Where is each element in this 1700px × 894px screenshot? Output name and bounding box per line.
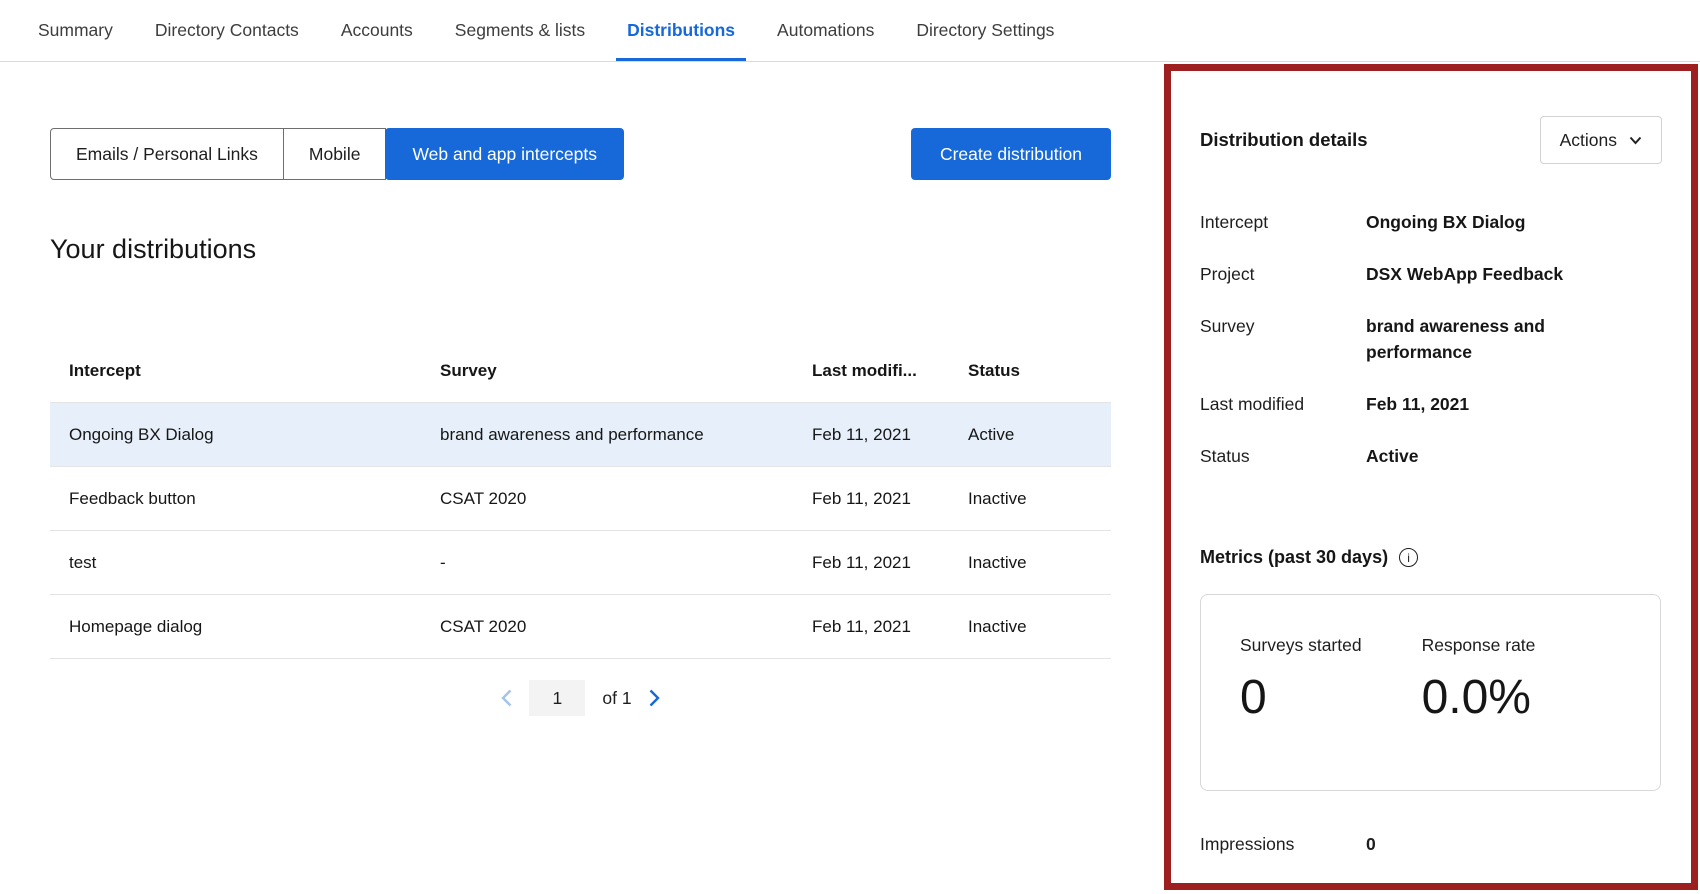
tab-segments-lists[interactable]: Segments & lists xyxy=(434,0,606,61)
page-count-label: of 1 xyxy=(602,688,631,709)
metric-surveys-started: Surveys started 0 xyxy=(1240,635,1362,790)
pagination: 1 of 1 xyxy=(50,680,1111,716)
metrics-card: Surveys started 0 Response rate 0.0% xyxy=(1200,594,1661,791)
field-impressions: Impressions 0 xyxy=(1200,834,1662,855)
field-value: Active xyxy=(1366,443,1596,469)
field-value: brand awareness and performance xyxy=(1366,313,1596,365)
metric-response-rate: Response rate 0.0% xyxy=(1422,635,1536,790)
channel-segmented-control: Emails / Personal Links Mobile Web and a… xyxy=(50,128,624,180)
cell-survey: CSAT 2020 xyxy=(421,617,793,637)
details-field-list: Intercept Ongoing BX Dialog Project DSX … xyxy=(1200,209,1662,469)
field-value: Ongoing BX Dialog xyxy=(1366,209,1596,235)
column-header-status: Status xyxy=(949,361,1111,381)
metrics-section-header: Metrics (past 30 days) i xyxy=(1200,547,1662,568)
actions-button-label: Actions xyxy=(1560,130,1617,151)
field-value: 0 xyxy=(1366,834,1376,855)
distribution-details-panel: Distribution details Actions Intercept O… xyxy=(1200,116,1662,855)
field-label: Last modified xyxy=(1200,391,1366,417)
table-row[interactable]: test - Feb 11, 2021 Inactive xyxy=(50,531,1111,595)
column-header-last-modified: Last modifi... xyxy=(793,361,949,381)
field-label: Intercept xyxy=(1200,209,1366,235)
field-status: Status Active xyxy=(1200,443,1662,469)
field-intercept: Intercept Ongoing BX Dialog xyxy=(1200,209,1662,235)
cell-survey: - xyxy=(421,553,793,573)
field-project: Project DSX WebApp Feedback xyxy=(1200,261,1662,287)
cell-status: Active xyxy=(949,425,1111,445)
segment-mobile[interactable]: Mobile xyxy=(284,128,387,180)
cell-intercept: Ongoing BX Dialog xyxy=(50,425,421,445)
cell-status: Inactive xyxy=(949,617,1111,637)
actions-button[interactable]: Actions xyxy=(1540,116,1662,164)
field-label: Project xyxy=(1200,261,1366,287)
field-label: Impressions xyxy=(1200,834,1366,855)
table-row[interactable]: Feedback button CSAT 2020 Feb 11, 2021 I… xyxy=(50,467,1111,531)
tab-directory-settings[interactable]: Directory Settings xyxy=(895,0,1075,61)
current-page-box[interactable]: 1 xyxy=(529,680,585,716)
create-distribution-button[interactable]: Create distribution xyxy=(911,128,1111,180)
previous-page-icon[interactable] xyxy=(501,689,512,707)
page-title: Your distributions xyxy=(50,234,256,265)
table-header-row: Intercept Survey Last modifi... Status xyxy=(50,340,1111,403)
cell-last-modified: Feb 11, 2021 xyxy=(793,553,949,573)
cell-intercept: Feedback button xyxy=(50,489,421,509)
tab-summary[interactable]: Summary xyxy=(17,0,134,61)
metric-label: Response rate xyxy=(1422,635,1536,656)
table-row[interactable]: Homepage dialog CSAT 2020 Feb 11, 2021 I… xyxy=(50,595,1111,659)
column-header-intercept: Intercept xyxy=(50,361,421,381)
cell-survey: brand awareness and performance xyxy=(421,425,793,445)
cell-status: Inactive xyxy=(949,553,1111,573)
cell-intercept: Homepage dialog xyxy=(50,617,421,637)
field-label: Status xyxy=(1200,443,1366,469)
tab-automations[interactable]: Automations xyxy=(756,0,895,61)
cell-status: Inactive xyxy=(949,489,1111,509)
metric-value: 0.0% xyxy=(1422,670,1536,725)
tab-directory-contacts[interactable]: Directory Contacts xyxy=(134,0,320,61)
field-survey: Survey brand awareness and performance xyxy=(1200,313,1662,365)
metric-label: Surveys started xyxy=(1240,635,1362,656)
cell-last-modified: Feb 11, 2021 xyxy=(793,617,949,637)
metrics-title: Metrics (past 30 days) xyxy=(1200,547,1388,568)
field-label: Survey xyxy=(1200,313,1366,365)
distribution-toolbar: Emails / Personal Links Mobile Web and a… xyxy=(50,128,1111,180)
cell-intercept: test xyxy=(50,553,421,573)
details-panel-header: Distribution details Actions xyxy=(1200,116,1662,164)
tab-accounts[interactable]: Accounts xyxy=(320,0,434,61)
field-last-modified: Last modified Feb 11, 2021 xyxy=(1200,391,1662,417)
segment-web-app-intercepts[interactable]: Web and app intercepts xyxy=(385,128,624,180)
cell-last-modified: Feb 11, 2021 xyxy=(793,425,949,445)
details-panel-title: Distribution details xyxy=(1200,129,1368,151)
chevron-down-icon xyxy=(1629,136,1642,145)
cell-survey: CSAT 2020 xyxy=(421,489,793,509)
field-value: Feb 11, 2021 xyxy=(1366,391,1596,417)
next-page-icon[interactable] xyxy=(649,689,660,707)
segment-emails-personal-links[interactable]: Emails / Personal Links xyxy=(50,128,284,180)
cell-last-modified: Feb 11, 2021 xyxy=(793,489,949,509)
column-header-survey: Survey xyxy=(421,361,793,381)
info-icon[interactable]: i xyxy=(1399,548,1418,567)
field-value: DSX WebApp Feedback xyxy=(1366,261,1596,287)
tab-distributions[interactable]: Distributions xyxy=(606,0,756,61)
top-navigation: Summary Directory Contacts Accounts Segm… xyxy=(0,0,1700,62)
metric-value: 0 xyxy=(1240,670,1362,725)
table-row[interactable]: Ongoing BX Dialog brand awareness and pe… xyxy=(50,403,1111,467)
distributions-table: Intercept Survey Last modifi... Status O… xyxy=(50,340,1111,659)
